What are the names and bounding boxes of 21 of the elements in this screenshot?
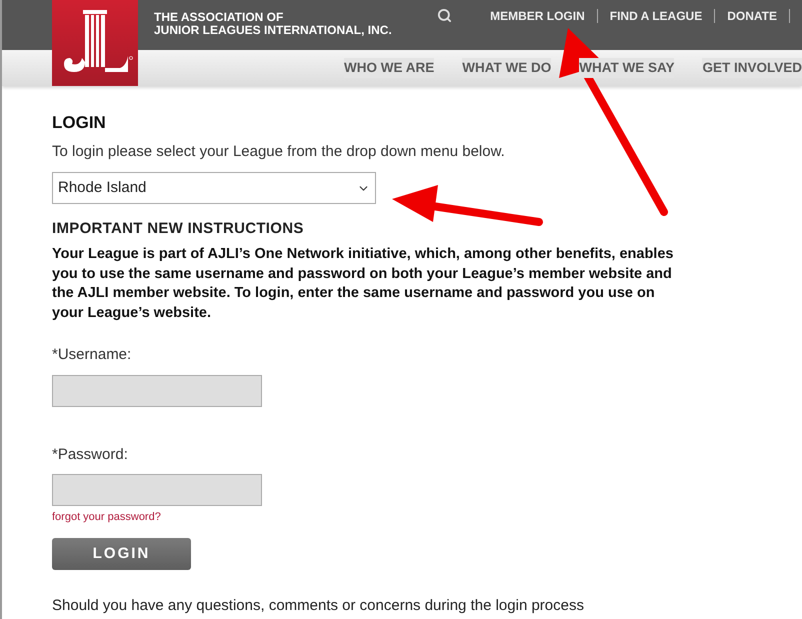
username-label: *Username: bbox=[52, 345, 132, 365]
password-field[interactable] bbox=[52, 474, 262, 506]
org-name: JUNIOR LEAGUES INTERNATIONAL, INC. bbox=[154, 24, 392, 37]
login-button[interactable]: LOGIN bbox=[52, 538, 191, 570]
username-field[interactable] bbox=[52, 374, 262, 406]
utility-link[interactable]: DONATE bbox=[715, 8, 790, 22]
nav-link[interactable]: WHAT WE SAY bbox=[579, 58, 674, 78]
league-select[interactable]: Rhode Island bbox=[52, 172, 376, 204]
utility-link[interactable]: FIND A LEAGUE bbox=[598, 8, 716, 22]
instructions-text: Your League is part of AJLI’s One Network initiative, which, among other benefits, enables you to use the same username and password on both your League’s member website and the AJLI member website. To login, enter the same username and password you use on your League’s website. bbox=[52, 245, 674, 322]
search-icon[interactable] bbox=[437, 8, 452, 23]
logo[interactable] bbox=[52, 0, 138, 86]
password-label: *Password: bbox=[52, 444, 128, 464]
forgot-password-link[interactable]: forgot your password? bbox=[52, 510, 161, 524]
instructions-title: IMPORTANT NEW INSTRUCTIONS bbox=[52, 219, 304, 239]
org-name: THE ASSOCIATION OF bbox=[154, 11, 284, 24]
nav-link[interactable]: GET INVOLVED bbox=[702, 58, 802, 78]
utility-link[interactable]: MEMBER LOGIN bbox=[478, 8, 598, 22]
login-intro: To login please select your League from the drop down menu below. bbox=[52, 143, 505, 161]
login-title: LOGIN bbox=[52, 112, 106, 134]
help-text: Should you have any questions, comments or concerns during the login process bbox=[52, 596, 584, 616]
